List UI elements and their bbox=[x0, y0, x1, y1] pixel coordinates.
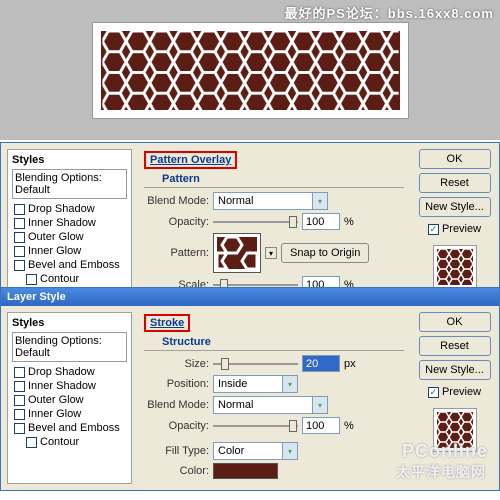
preview-label: Preview bbox=[442, 386, 481, 398]
style-drop-shadow[interactable]: Drop Shadow bbox=[12, 365, 127, 379]
dialog-title: Layer Style bbox=[1, 288, 499, 306]
unit: % bbox=[344, 420, 354, 432]
styles-header: Styles bbox=[12, 154, 127, 166]
checkbox-icon[interactable] bbox=[14, 204, 25, 215]
size-input[interactable]: 20 bbox=[302, 355, 340, 372]
opacity-input[interactable]: 100 bbox=[302, 213, 340, 230]
checkbox-icon[interactable] bbox=[14, 260, 25, 271]
style-inner-glow[interactable]: Inner Glow bbox=[12, 244, 127, 258]
blending-options-default[interactable]: Blending Options: Default bbox=[12, 332, 127, 362]
style-outer-glow[interactable]: Outer Glow bbox=[12, 393, 127, 407]
checkbox-icon[interactable] bbox=[14, 409, 25, 420]
opacity-label: Opacity: bbox=[144, 216, 209, 228]
position-select[interactable]: Inside▾ bbox=[213, 375, 298, 393]
section-title-pattern-overlay: Pattern Overlay bbox=[144, 151, 237, 169]
ok-button[interactable]: OK bbox=[419, 149, 491, 169]
unit: px bbox=[344, 358, 356, 370]
opacity-input[interactable]: 100 bbox=[302, 417, 340, 434]
opacity-slider[interactable] bbox=[213, 214, 298, 230]
size-slider[interactable] bbox=[213, 356, 298, 372]
color-swatch[interactable] bbox=[213, 463, 278, 479]
checkbox-checked-icon[interactable]: ✓ bbox=[428, 224, 439, 235]
snap-to-origin-button[interactable]: Snap to Origin bbox=[281, 243, 369, 263]
position-label: Position: bbox=[144, 378, 209, 390]
style-bevel-emboss[interactable]: Bevel and Emboss bbox=[12, 421, 127, 435]
stroke-panel: Stroke Structure Size: 20 px Position: In… bbox=[138, 312, 410, 484]
style-inner-glow[interactable]: Inner Glow bbox=[12, 407, 127, 421]
chevron-down-icon: ▾ bbox=[282, 443, 297, 459]
style-outer-glow[interactable]: Outer Glow bbox=[12, 230, 127, 244]
checkbox-icon[interactable] bbox=[14, 367, 25, 378]
fill-type-label: Fill Type: bbox=[144, 445, 209, 457]
blend-mode-label: Blend Mode: bbox=[144, 399, 209, 411]
fill-type-select[interactable]: Color▾ bbox=[213, 442, 298, 460]
result-preview bbox=[93, 23, 408, 118]
checkbox-icon[interactable] bbox=[26, 437, 37, 448]
reset-button[interactable]: Reset bbox=[419, 336, 491, 356]
watermark-brand: PConline bbox=[402, 441, 488, 462]
pattern-label: Pattern: bbox=[144, 247, 209, 259]
style-inner-shadow[interactable]: Inner Shadow bbox=[12, 379, 127, 393]
blend-mode-label: Blend Mode: bbox=[144, 195, 209, 207]
preview-thumbnail bbox=[433, 245, 477, 289]
styles-list: Styles Blending Options: Default Drop Sh… bbox=[7, 312, 132, 484]
color-label: Color: bbox=[144, 465, 209, 477]
chevron-down-icon: ▾ bbox=[312, 193, 327, 209]
opacity-slider[interactable] bbox=[213, 418, 298, 434]
checkbox-icon[interactable] bbox=[14, 381, 25, 392]
checkbox-icon[interactable] bbox=[14, 423, 25, 434]
size-label: Size: bbox=[144, 358, 209, 370]
chevron-down-icon: ▾ bbox=[282, 376, 297, 392]
checkbox-icon[interactable] bbox=[14, 246, 25, 257]
pattern-preview[interactable] bbox=[213, 233, 261, 273]
group-pattern: Pattern bbox=[162, 173, 404, 185]
style-contour[interactable]: Contour bbox=[12, 435, 127, 449]
ok-button[interactable]: OK bbox=[419, 312, 491, 332]
pattern-picker-arrow[interactable]: ▾ bbox=[265, 247, 277, 259]
new-style-button[interactable]: New Style... bbox=[419, 197, 491, 217]
blend-mode-select[interactable]: Normal▾ bbox=[213, 396, 328, 414]
unit: % bbox=[344, 216, 354, 228]
preview-label: Preview bbox=[442, 223, 481, 235]
blend-mode-select[interactable]: Normal▾ bbox=[213, 192, 328, 210]
style-drop-shadow[interactable]: Drop Shadow bbox=[12, 202, 127, 216]
watermark-top: 最好的PS论坛：bbs.16xx8.com bbox=[284, 3, 494, 22]
styles-header: Styles bbox=[12, 317, 127, 329]
blending-options-default[interactable]: Blending Options: Default bbox=[12, 169, 127, 199]
checkbox-icon[interactable] bbox=[26, 274, 37, 285]
checkbox-icon[interactable] bbox=[14, 218, 25, 229]
opacity-label: Opacity: bbox=[144, 420, 209, 432]
style-bevel-emboss[interactable]: Bevel and Emboss bbox=[12, 258, 127, 272]
section-title-stroke: Stroke bbox=[144, 314, 190, 332]
style-contour[interactable]: Contour bbox=[12, 272, 127, 286]
chevron-down-icon: ▾ bbox=[312, 397, 327, 413]
new-style-button[interactable]: New Style... bbox=[419, 360, 491, 380]
style-inner-shadow[interactable]: Inner Shadow bbox=[12, 216, 127, 230]
watermark-suffix: 太平洋电脑网 bbox=[396, 462, 486, 482]
group-structure: Structure bbox=[162, 336, 404, 348]
checkbox-icon[interactable] bbox=[14, 232, 25, 243]
checkbox-checked-icon[interactable]: ✓ bbox=[428, 387, 439, 398]
checkbox-icon[interactable] bbox=[14, 395, 25, 406]
reset-button[interactable]: Reset bbox=[419, 173, 491, 193]
